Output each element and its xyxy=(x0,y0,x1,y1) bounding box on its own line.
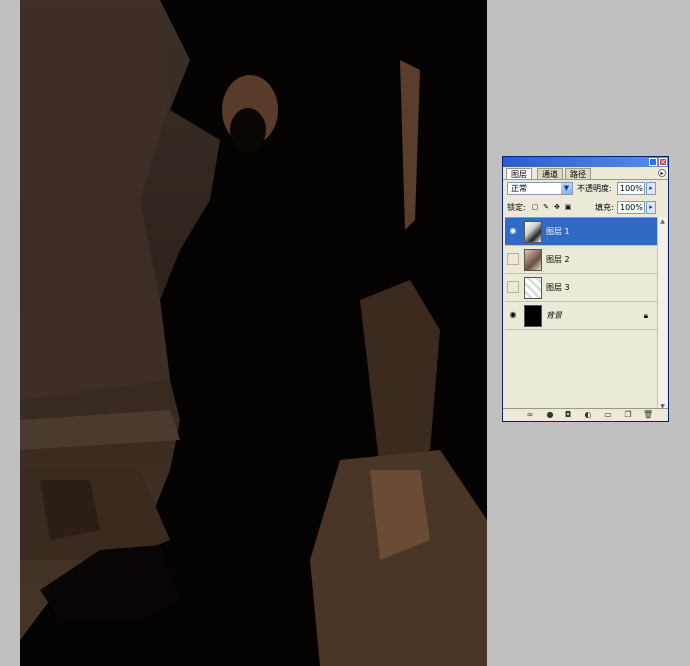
layer-row[interactable]: ◉ 图层 1 xyxy=(505,218,658,246)
blend-mode-select[interactable]: 正常 ▼ xyxy=(507,182,573,195)
opacity-label: 不透明度: xyxy=(577,184,612,193)
adjustment-layer-icon[interactable]: ◐ xyxy=(583,410,593,420)
scroll-up-icon[interactable]: ▲ xyxy=(658,217,667,226)
layer-row[interactable]: ◉ 背景 🔒︎ xyxy=(505,302,658,330)
layer-thumbnail xyxy=(524,277,542,299)
layer-name[interactable]: 图层 3 xyxy=(546,282,570,293)
lock-move-icon[interactable]: ✥ xyxy=(553,203,561,211)
palette-menu-icon[interactable]: ▸ xyxy=(658,169,666,177)
fill-label: 填充: xyxy=(595,203,614,212)
chevron-down-icon: ▼ xyxy=(561,183,572,194)
eye-hidden-icon[interactable] xyxy=(507,281,519,293)
delete-layer-icon[interactable]: 🗑︎ xyxy=(643,410,653,420)
lock-transparency-icon[interactable]: ▢ xyxy=(531,203,539,211)
layers-list: ◉ 图层 1 图层 2 图层 3 ◉ 背景 🔒︎ xyxy=(505,217,658,412)
eye-icon[interactable]: ◉ xyxy=(507,309,519,321)
lock-all-icon[interactable]: ▣ xyxy=(564,203,572,211)
blend-mode-value: 正常 xyxy=(511,184,527,193)
tab-paths[interactable]: 路径 xyxy=(565,168,591,179)
layers-scrollbar[interactable]: ▲ ▼ xyxy=(657,217,667,411)
layer-name[interactable]: 图层 1 xyxy=(546,226,570,237)
palette-titlebar[interactable]: _ × xyxy=(503,157,668,167)
minimize-icon[interactable]: _ xyxy=(649,158,657,166)
new-group-icon[interactable]: ▭ xyxy=(603,410,613,420)
lock-brush-icon[interactable]: ✎ xyxy=(542,203,550,211)
layer-thumbnail xyxy=(524,249,542,271)
close-icon[interactable]: × xyxy=(659,158,667,166)
layer-style-icon[interactable]: ● xyxy=(545,410,555,420)
lock-icon: 🔒︎ xyxy=(643,311,648,320)
palette-tabs: 图层 通道 路径 ▸ xyxy=(503,167,668,180)
layers-palette: _ × 图层 通道 路径 ▸ 正常 ▼ 不透明度: 100% ▸ 锁定: ▢ ✎… xyxy=(502,156,669,422)
add-mask-icon[interactable]: ◘ xyxy=(563,410,573,420)
document-canvas[interactable] xyxy=(20,0,487,666)
tab-channels[interactable]: 通道 xyxy=(537,168,563,179)
eye-hidden-icon[interactable] xyxy=(507,253,519,265)
layer-thumbnail xyxy=(524,305,542,327)
lock-label: 锁定: xyxy=(507,203,526,212)
tab-layers[interactable]: 图层 xyxy=(506,168,532,179)
palette-toolbar: ∞ ● ◘ ◐ ▭ ❐ 🗑︎ xyxy=(503,408,668,421)
layer-row[interactable]: 图层 3 xyxy=(505,274,658,302)
new-layer-icon[interactable]: ❐ xyxy=(623,410,633,420)
eye-icon[interactable]: ◉ xyxy=(507,225,519,237)
layer-row[interactable]: 图层 2 xyxy=(505,246,658,274)
layer-name[interactable]: 背景 xyxy=(546,310,562,321)
opacity-input[interactable]: 100% xyxy=(617,182,645,195)
link-layers-icon[interactable]: ∞ xyxy=(525,410,535,420)
layer-name[interactable]: 图层 2 xyxy=(546,254,570,265)
layer-thumbnail xyxy=(524,221,542,243)
photo-artwork xyxy=(20,0,487,666)
opacity-arrow-icon[interactable]: ▸ xyxy=(646,182,656,195)
fill-arrow-icon[interactable]: ▸ xyxy=(646,201,656,214)
fill-input[interactable]: 100% xyxy=(617,201,645,214)
